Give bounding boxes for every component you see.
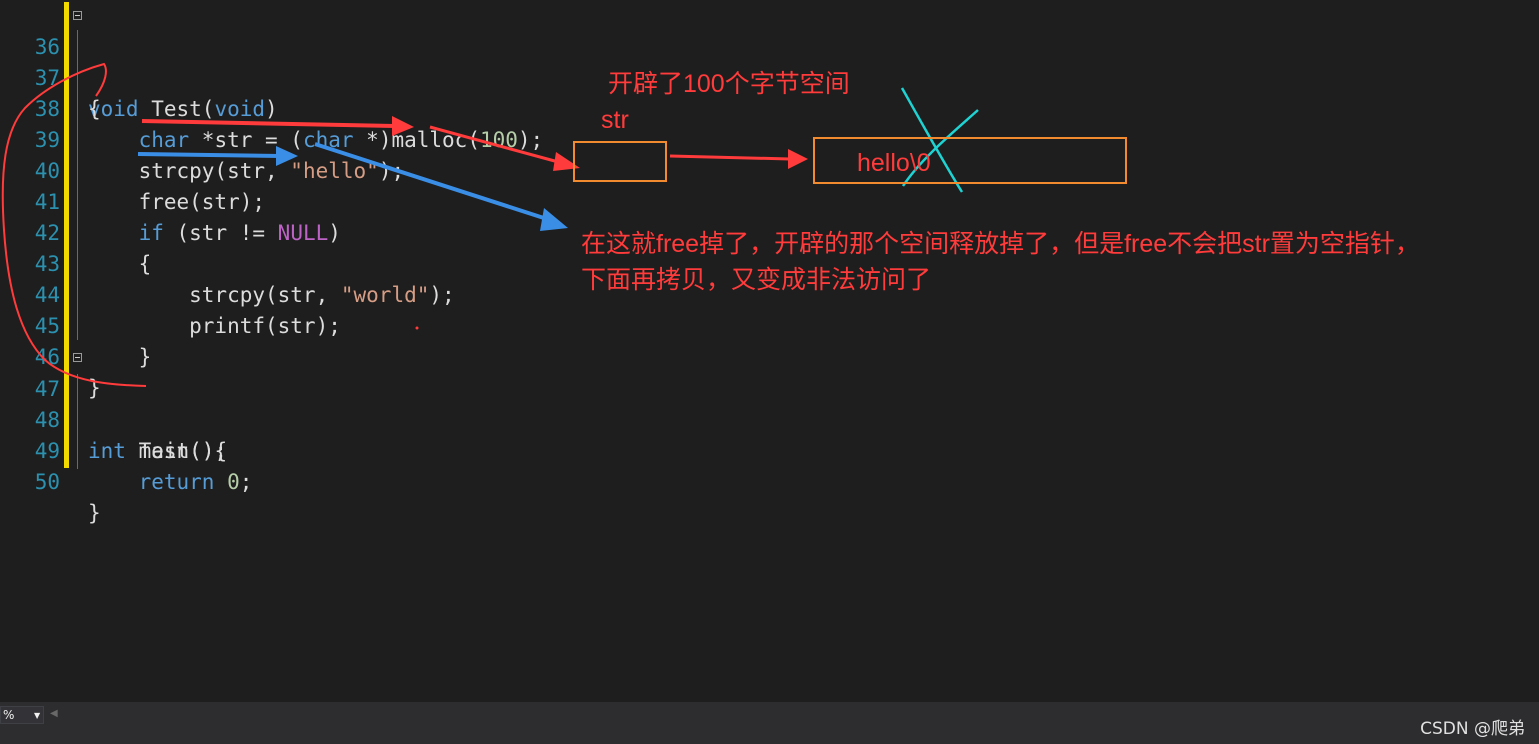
explanation-arrow [314,142,551,222]
pointer-to-heap-arrow-head [788,149,808,169]
heap-content-label: hello\0 [857,149,931,177]
zoom-dropdown[interactable]: % ▼ [0,706,44,724]
annotation-drawing [1,62,979,387]
editor-screenshot: 36 void Test(void) 37 { 38 char *str = (… [0,0,1539,744]
strcpy-arrow-head [392,116,414,136]
free-arrow-head [276,146,298,166]
watermark: CSDN @爬弟 [1420,719,1525,739]
status-bar: % ▼ ◀ CSDN @爬弟 [0,702,1539,744]
chevron-down-icon: ▼ [34,711,41,720]
to-pointer-arrow [429,125,563,165]
malloc-annotation: 开辟了100个字节空间 [608,70,850,98]
zoom-value: % [3,708,15,722]
pointer-box [573,141,667,182]
str-label: str [601,106,629,134]
scroll-left-icon[interactable]: ◀ [50,708,58,719]
call-flow-curve [1,62,147,387]
free-explanation-line1: 在这就free掉了，开辟的那个空间释放掉了，但是free不会把str置为空指针， [581,230,1420,258]
pointer-to-heap-arrow [669,154,791,161]
stray-dot [415,326,419,330]
explanation-arrow-head [540,208,568,231]
free-arrow [137,152,281,158]
strcpy-arrow [141,119,396,128]
free-explanation-line2: 下面再拷贝，又变成非法访问了 [581,266,932,294]
